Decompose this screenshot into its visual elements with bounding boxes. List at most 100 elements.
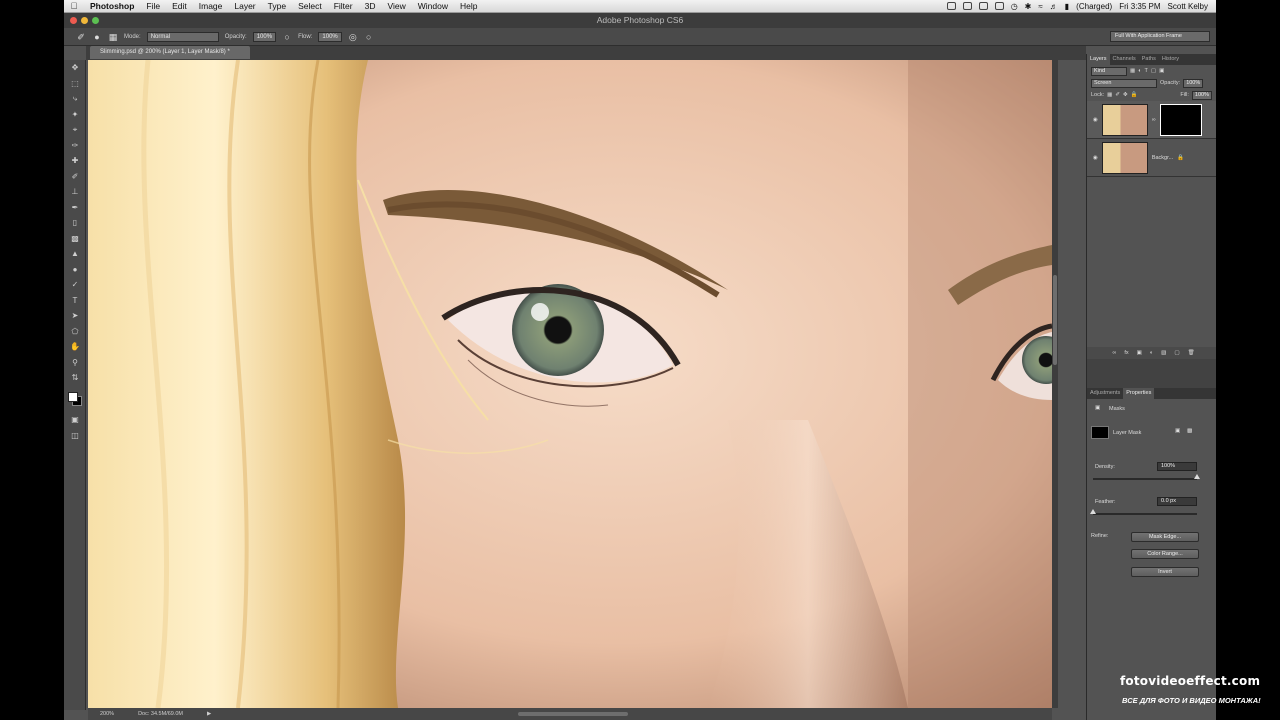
foreground-color-swatch[interactable]: [68, 392, 78, 402]
status-icon[interactable]: [978, 2, 988, 10]
pressure-opacity-icon[interactable]: ○: [282, 32, 292, 42]
menu-3d[interactable]: 3D: [359, 1, 382, 11]
visibility-eye-icon[interactable]: ◉: [1093, 155, 1098, 161]
invert-button[interactable]: Invert: [1131, 567, 1199, 577]
filter-type-icon[interactable]: T: [1145, 68, 1148, 74]
dodge-tool-icon[interactable]: ●: [64, 262, 86, 278]
tab-layers[interactable]: Layers: [1087, 54, 1110, 65]
layer-thumbnail[interactable]: [1101, 141, 1148, 174]
tab-properties[interactable]: Properties: [1123, 388, 1155, 399]
vertical-scroll-thumb[interactable]: [1053, 275, 1057, 365]
minimize-icon[interactable]: [81, 17, 88, 24]
menu-filter[interactable]: Filter: [328, 1, 359, 11]
color-range-button[interactable]: Color Range...: [1131, 549, 1199, 559]
status-icon[interactable]: [994, 2, 1004, 10]
brush-tool-icon[interactable]: ✐: [64, 169, 86, 185]
brush-preset-icon[interactable]: ●: [92, 32, 102, 42]
stamp-tool-icon[interactable]: ⊥: [64, 184, 86, 200]
menu-view[interactable]: View: [381, 1, 411, 11]
menubar-clock[interactable]: Fri 3:35 PM: [1119, 2, 1160, 11]
document-tab[interactable]: Slimming.psd @ 200% (Layer 1, Layer Mask…: [90, 46, 250, 59]
shape-tool-icon[interactable]: ⬠: [64, 324, 86, 340]
status-icon[interactable]: [946, 2, 956, 10]
feather-input[interactable]: 0.0 px: [1157, 497, 1197, 506]
eyedropper-tool-icon[interactable]: ✑: [64, 138, 86, 154]
bluetooth-icon[interactable]: ✱: [1025, 2, 1032, 11]
adjustment-layer-icon[interactable]: ◐: [1150, 350, 1153, 356]
quick-select-tool-icon[interactable]: ✦: [64, 107, 86, 123]
feather-slider-knob[interactable]: [1090, 509, 1096, 514]
tab-history[interactable]: History: [1159, 54, 1182, 65]
history-brush-tool-icon[interactable]: ✒: [64, 200, 86, 216]
density-input[interactable]: 100%: [1157, 462, 1197, 471]
eraser-tool-icon[interactable]: ▯: [64, 215, 86, 231]
tab-adjustments[interactable]: Adjustments: [1087, 388, 1123, 399]
path-select-tool-icon[interactable]: ➤: [64, 308, 86, 324]
pen-tool-icon[interactable]: ✓: [64, 277, 86, 293]
healing-tool-icon[interactable]: ✚: [64, 153, 86, 169]
lock-all-icon[interactable]: 🔒: [1131, 92, 1138, 98]
layer-thumbnail[interactable]: [1101, 103, 1148, 136]
layer-row-1[interactable]: ◉ ∞: [1087, 101, 1216, 139]
zoom-icon[interactable]: [92, 17, 99, 24]
filter-adjustment-icon[interactable]: ◐: [1138, 68, 1141, 74]
fill-input[interactable]: 100%: [1191, 90, 1212, 100]
flow-input[interactable]: 100%: [318, 31, 342, 42]
add-mask-icon[interactable]: ▣: [1137, 350, 1142, 356]
menu-layer[interactable]: Layer: [228, 1, 261, 11]
menu-type[interactable]: Type: [262, 1, 292, 11]
vector-mask-icon[interactable]: ▩: [1187, 428, 1192, 434]
new-group-icon[interactable]: ▧: [1161, 350, 1166, 356]
brush-panel-icon[interactable]: ▦: [108, 32, 118, 42]
density-slider-knob[interactable]: [1194, 474, 1200, 479]
link-icon[interactable]: ∞: [1152, 117, 1156, 123]
mask-edge-button[interactable]: Mask Edge...: [1131, 532, 1199, 542]
menu-file[interactable]: File: [140, 1, 166, 11]
type-tool-icon[interactable]: T: [64, 293, 86, 309]
hand-tool-icon[interactable]: ✋: [64, 339, 86, 355]
layer-mask-thumbnail[interactable]: [1159, 103, 1202, 136]
zoom-tool-icon[interactable]: ⚲: [64, 355, 86, 371]
brush-tool-icon[interactable]: ✐: [76, 32, 86, 42]
pixel-mask-icon[interactable]: ▣: [1175, 428, 1180, 434]
tab-paths[interactable]: Paths: [1139, 54, 1159, 65]
layer-name[interactable]: Backgr...: [1152, 155, 1173, 161]
lock-transparency-icon[interactable]: ▦: [1107, 92, 1112, 98]
trash-icon[interactable]: 🗑: [1188, 350, 1195, 356]
gradient-tool-icon[interactable]: ▩: [64, 231, 86, 247]
feather-slider[interactable]: [1093, 513, 1197, 515]
marquee-tool-icon[interactable]: ⬚: [64, 76, 86, 92]
wifi-icon[interactable]: ≈: [1038, 2, 1042, 11]
layer-row-background[interactable]: ◉ Backgr... 🔒: [1087, 139, 1216, 177]
screen-mode-icon[interactable]: ◫: [64, 428, 86, 444]
pressure-size-icon[interactable]: ○: [364, 32, 374, 42]
quick-mask-icon[interactable]: ▣: [64, 412, 86, 428]
filter-shape-icon[interactable]: ▢: [1151, 68, 1156, 74]
link-layers-icon[interactable]: ∞: [1112, 350, 1116, 356]
filter-pixel-icon[interactable]: ▦: [1130, 68, 1135, 74]
menu-edit[interactable]: Edit: [166, 1, 193, 11]
menu-select[interactable]: Select: [292, 1, 328, 11]
visibility-eye-icon[interactable]: ◉: [1093, 117, 1098, 123]
status-menu-arrow-icon[interactable]: ▶: [207, 711, 211, 717]
volume-icon[interactable]: ♬: [1050, 2, 1058, 11]
lock-pixels-icon[interactable]: ✐: [1115, 92, 1120, 98]
zoom-level[interactable]: 200%: [100, 711, 114, 717]
new-layer-icon[interactable]: ▢: [1174, 350, 1179, 356]
document-canvas[interactable]: [88, 60, 1052, 708]
blur-tool-icon[interactable]: ▲: [64, 246, 86, 262]
fx-icon[interactable]: fx: [1124, 350, 1128, 356]
apple-icon[interactable]: : [64, 1, 84, 11]
menubar-user[interactable]: Scott Kelby: [1168, 2, 1208, 11]
airbrush-icon[interactable]: ◎: [348, 32, 358, 42]
menu-image[interactable]: Image: [193, 1, 229, 11]
menu-help[interactable]: Help: [454, 1, 483, 11]
menu-app-name[interactable]: Photoshop: [84, 1, 140, 11]
menu-window[interactable]: Window: [412, 1, 454, 11]
lasso-tool-icon[interactable]: ⤷: [64, 91, 86, 107]
mask-swatch[interactable]: [1091, 426, 1109, 439]
lock-position-icon[interactable]: ✥: [1123, 92, 1128, 98]
density-slider[interactable]: [1093, 478, 1197, 480]
filter-smart-icon[interactable]: ▣: [1159, 68, 1164, 74]
document-size[interactable]: Doc: 34.5M/69.0M: [138, 711, 183, 717]
